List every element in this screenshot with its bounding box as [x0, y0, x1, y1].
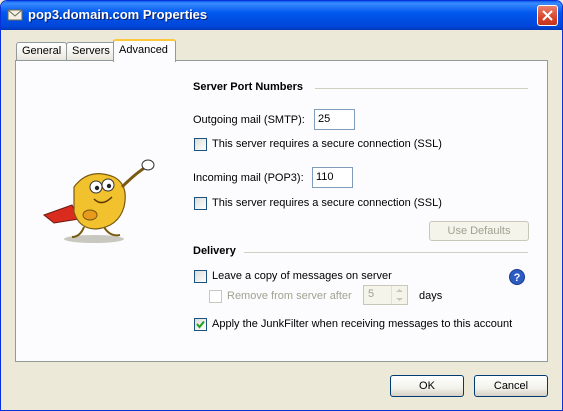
tab-servers[interactable]: Servers	[66, 42, 116, 61]
outgoing-port-input[interactable]: 25	[314, 109, 355, 130]
junkfilter-checkbox[interactable]	[194, 318, 207, 331]
remove-after-days-value: 5	[368, 288, 375, 300]
close-icon	[542, 10, 553, 21]
leave-copy-label[interactable]: Leave a copy of messages on server	[212, 270, 392, 282]
svg-text:?: ?	[514, 272, 521, 284]
incoming-ssl-checkbox[interactable]	[194, 197, 207, 210]
tab-general[interactable]: General	[16, 42, 68, 61]
tab-advanced[interactable]: Advanced	[113, 39, 176, 62]
cancel-button[interactable]: Cancel	[474, 375, 548, 397]
spinner-arrows[interactable]	[391, 286, 407, 304]
mascot-illustration	[42, 159, 155, 243]
envelope-icon	[7, 9, 23, 21]
incoming-port-label: Incoming mail (POP3):	[193, 172, 304, 184]
server-ports-heading: Server Port Numbers	[193, 81, 304, 93]
ok-button[interactable]: OK	[390, 375, 464, 397]
remove-after-label[interactable]: Remove from server after	[227, 290, 352, 302]
checkmark-icon	[196, 320, 205, 329]
close-button[interactable]	[537, 5, 558, 26]
incoming-port-input[interactable]: 110	[312, 167, 353, 188]
outgoing-ssl-checkbox[interactable]	[194, 138, 207, 151]
title-bar[interactable]: pop3.domain.com Properties	[1, 1, 562, 30]
delivery-heading: Delivery	[193, 245, 236, 257]
delivery-separator	[244, 252, 528, 253]
remove-after-checkbox[interactable]	[209, 290, 222, 303]
outgoing-port-label: Outgoing mail (SMTP):	[193, 114, 305, 126]
remove-after-days-spinner[interactable]: 5	[363, 285, 408, 305]
incoming-ssl-label[interactable]: This server requires a secure connection…	[212, 197, 442, 209]
server-ports-separator	[315, 88, 528, 89]
help-icon[interactable]: ?	[509, 269, 525, 285]
days-label: days	[419, 290, 443, 302]
spinner-down-icon	[396, 298, 403, 301]
spinner-up-icon	[396, 289, 403, 292]
window-title: pop3.domain.com Properties	[28, 7, 208, 22]
junkfilter-label[interactable]: Apply the JunkFilter when receiving mess…	[212, 318, 512, 330]
properties-window: pop3.domain.com Properties General Serve…	[0, 0, 563, 411]
advanced-panel: Server Port Numbers Outgoing mail (SMTP)…	[15, 60, 548, 362]
use-defaults-button[interactable]: Use Defaults	[429, 221, 529, 241]
leave-copy-checkbox[interactable]	[194, 270, 207, 283]
outgoing-ssl-label[interactable]: This server requires a secure connection…	[212, 138, 442, 150]
